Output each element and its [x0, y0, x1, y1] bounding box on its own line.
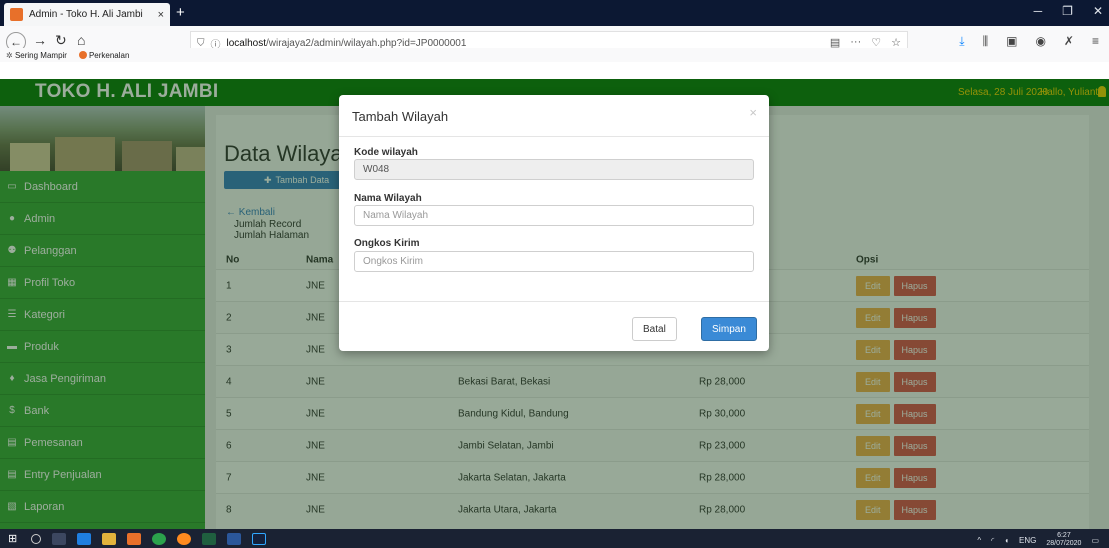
sidebar-toggle-icon[interactable]: ▣ [1006, 34, 1017, 49]
kode-wilayah-label: Kode wilayah [354, 147, 418, 158]
window-controls: ─ ❐ ✕ [1034, 4, 1103, 18]
restore-icon[interactable]: ❐ [1062, 4, 1073, 18]
nama-wilayah-input[interactable] [354, 205, 754, 226]
bookmark-perkenalan[interactable]: Perkenalan [78, 51, 129, 60]
photoshop-icon[interactable] [252, 532, 267, 545]
kode-wilayah-field[interactable] [354, 159, 754, 180]
nama-wilayah-label: Nama Wilayah [354, 193, 422, 204]
minimize-icon[interactable]: ─ [1034, 4, 1043, 18]
reload-icon[interactable]: ↻ [55, 32, 67, 49]
windows-start-icon[interactable]: ⊞ [8, 532, 17, 545]
browser-toolbar: ⤓ ⫼ ▣ ◉ ✗ ≡ [959, 34, 1099, 49]
file-explorer-icon[interactable] [102, 532, 117, 545]
new-tab-button[interactable]: + [176, 4, 185, 21]
home-icon[interactable]: ⌂ [77, 32, 85, 48]
download-icon[interactable]: ⤓ [959, 34, 964, 49]
extension-x-icon[interactable]: ✗ [1064, 34, 1074, 49]
forward-arrow-icon[interactable]: → [33, 32, 47, 48]
clock[interactable]: 6:27 28/07/2020 [1046, 532, 1081, 548]
bookmarks-bar: ✲ Sering Mampir Perkenalan [0, 48, 1109, 62]
task-view-icon[interactable] [52, 532, 67, 545]
cancel-button[interactable]: Batal [632, 317, 677, 341]
search-icon[interactable] [31, 533, 42, 544]
shield-icon[interactable]: ⛉ [197, 38, 205, 49]
extension-icon[interactable]: ◉ [1035, 34, 1045, 49]
dreamweaver-icon[interactable] [202, 532, 217, 545]
os-taskbar: ⊞ ^ ◜ ◖ ENG 6:27 28/07/2020 ▭ [0, 529, 1109, 548]
modal-title: Tambah Wilayah [352, 109, 449, 124]
firefox-icon[interactable] [177, 532, 192, 545]
url-text: localhost/wirajaya2/admin/wilayah.php?id… [226, 37, 467, 49]
browser-tab-bar: Admin - Toko H. Ali Jambi × + ─ ❐ ✕ [0, 0, 1109, 26]
chrome-icon[interactable] [152, 532, 167, 545]
menu-icon[interactable]: ≡ [1092, 34, 1099, 49]
bookmark-sering-mampir[interactable]: ✲ Sering Mampir [6, 51, 67, 60]
volume-icon[interactable]: ◖ [1004, 536, 1009, 545]
browser-tab[interactable]: Admin - Toko H. Ali Jambi × [4, 3, 170, 26]
language-indicator[interactable]: ENG [1019, 536, 1036, 545]
system-tray: ^ ◜ ◖ ENG 6:27 28/07/2020 ▭ [977, 532, 1099, 548]
modal-footer: Batal Simpan [339, 301, 769, 351]
library-icon[interactable]: ⫼ [983, 34, 989, 49]
tambah-wilayah-modal: Tambah Wilayah × Kode wilayah Nama Wilay… [339, 95, 769, 351]
network-icon[interactable]: ◜ [991, 536, 994, 545]
firefox-icon [78, 51, 87, 60]
modal-header: Tambah Wilayah × [339, 95, 769, 137]
word-icon[interactable] [227, 532, 242, 545]
ongkos-kirim-label: Ongkos Kirim [354, 238, 420, 249]
save-button[interactable]: Simpan [701, 317, 757, 341]
site-favicon-icon [10, 8, 23, 21]
chevron-up-icon[interactable]: ^ [977, 536, 981, 545]
window-close-icon[interactable]: ✕ [1093, 4, 1103, 18]
notification-icon[interactable]: ▭ [1091, 536, 1099, 545]
close-icon[interactable]: × [749, 105, 757, 120]
xampp-icon[interactable] [127, 532, 142, 545]
tab-close-icon[interactable]: × [158, 9, 164, 21]
gear-icon: ✲ [6, 50, 13, 60]
edge-icon[interactable] [77, 532, 92, 545]
ongkos-kirim-input[interactable] [354, 251, 754, 272]
tab-title: Admin - Toko H. Ali Jambi [29, 9, 143, 20]
